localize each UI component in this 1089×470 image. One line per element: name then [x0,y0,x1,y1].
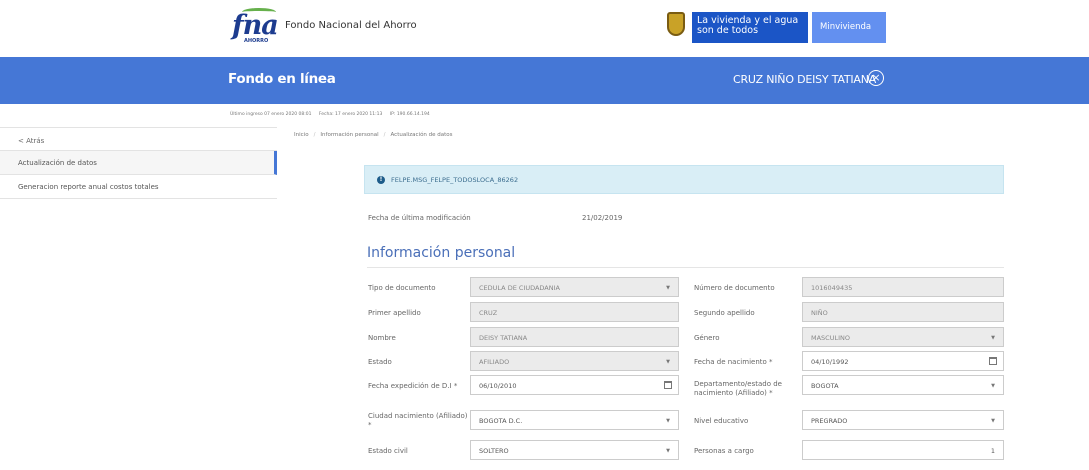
numero-documento-input: 1016049435 [802,277,1004,297]
nivel-educativo-label: Nivel educativo [694,417,749,425]
breadcrumb-home[interactable]: Inicio [294,132,309,138]
nivel-educativo-select[interactable]: PREGRADO ▼ [802,410,1004,430]
gov-slogan: La vivienda y el agua son de todos [692,12,808,43]
last-modified-value: 21/02/2019 [582,214,623,222]
section-divider [367,267,1004,268]
last-modified-label: Fecha de última modificación [368,214,471,222]
departamento-label: Departamento/estado de nacimiento (Afili… [694,380,782,397]
ciudad-select[interactable]: BOGOTA D.C. ▼ [470,410,679,430]
tipo-documento-select: CEDULA DE CIUDADANIA ▼ [470,277,679,297]
segundo-apellido-input: NIÑO [802,302,1004,322]
info-alert: ! FELPE.MSG_FELPE_TODOSLOCA_86262 [364,165,1004,194]
fecha-expedicion-label: Fecha expedición de D.I * [368,382,458,390]
breadcrumb: Inicio / Información personal / Actualizació… [294,132,453,138]
chevron-down-icon: ▼ [991,383,995,389]
alert-message: FELPE.MSG_FELPE_TODOSLOCA_86262 [391,176,519,184]
brand-name: Fondo Nacional del Ahorro [285,20,417,31]
chevron-down-icon: ▼ [666,418,670,424]
fecha-expedicion-input[interactable]: 06/10/2010 [470,375,679,395]
government-banner: La vivienda y el agua son de todos Minvi… [667,10,886,45]
nombre-label: Nombre [368,334,396,342]
sidebar-item-actualizacion[interactable]: Actualización de datos [0,151,277,175]
current-date: Fecha: 17 enero 2020 11:13 [318,112,383,117]
tipo-documento-label: Tipo de documento [368,284,436,292]
section-title: Información personal [367,245,516,261]
nombre-input: DEISY TATIANA [470,327,679,347]
estado-civil-label: Estado civil [368,447,408,455]
departamento-select[interactable]: BOGOTA ▼ [802,375,1004,395]
fna-logo[interactable]: fna AHORRO [232,8,280,46]
numero-documento-label: Número de documento [694,284,775,292]
estado-select: AFILIADO ▼ [470,351,679,371]
chevron-down-icon: ▼ [666,359,670,365]
personas-cargo-input[interactable]: 1 [802,440,1004,460]
breadcrumb-current: Actualización de datos [390,132,453,138]
session-info: Último ingreso 07 enero 2020 08:01 Fecha… [230,112,436,117]
breadcrumb-personal[interactable]: Información personal [320,132,378,138]
ciudad-label: Ciudad nacimiento (Afiliado) * [368,412,468,429]
fecha-nacimiento-input[interactable]: 04/10/1992 [802,351,1004,371]
personas-cargo-label: Personas a cargo [694,447,754,455]
user-name: CRUZ NIÑO DEISY TATIANA [733,73,877,86]
ministry-link[interactable]: Minvivienda [812,12,886,43]
estado-civil-select[interactable]: SOLTERO ▼ [470,440,679,460]
logo-text: fna [232,10,279,41]
genero-select: MASCULINO ▼ [802,327,1004,347]
estado-label: Estado [368,358,392,366]
calendar-icon[interactable] [664,381,672,389]
chevron-down-icon: ▼ [666,285,670,291]
last-login: Último ingreso 07 enero 2020 08:01 [230,112,312,117]
app-bar: Fondo en línea CRUZ NIÑO DEISY TATIANA × [0,57,1089,104]
calendar-icon[interactable] [989,357,997,365]
ip-address: IP: 190.66.14.194 [389,112,430,117]
genero-label: Género [694,334,720,342]
primer-apellido-input: CRUZ [470,302,679,322]
sidebar-item-reporte[interactable]: Generacion reporte anual costos totales [0,175,277,199]
sidebar: < Atrás Actualización de datos Generacio… [0,127,277,199]
app-title: Fondo en línea [228,71,336,87]
top-header: fna AHORRO Fondo Nacional del Ahorro La … [0,0,1089,57]
logout-close-icon[interactable]: × [868,70,884,86]
chevron-down-icon: ▼ [991,418,995,424]
back-link[interactable]: < Atrás [0,127,277,151]
coat-of-arms-icon [667,12,685,36]
logo-subtext: AHORRO [244,38,269,44]
primer-apellido-label: Primer apellido [368,309,421,317]
info-icon: ! [377,176,385,184]
chevron-down-icon: ▼ [666,448,670,454]
fecha-nacimiento-label: Fecha de nacimiento * [694,358,773,366]
chevron-down-icon: ▼ [991,335,995,341]
segundo-apellido-label: Segundo apellido [694,309,755,317]
